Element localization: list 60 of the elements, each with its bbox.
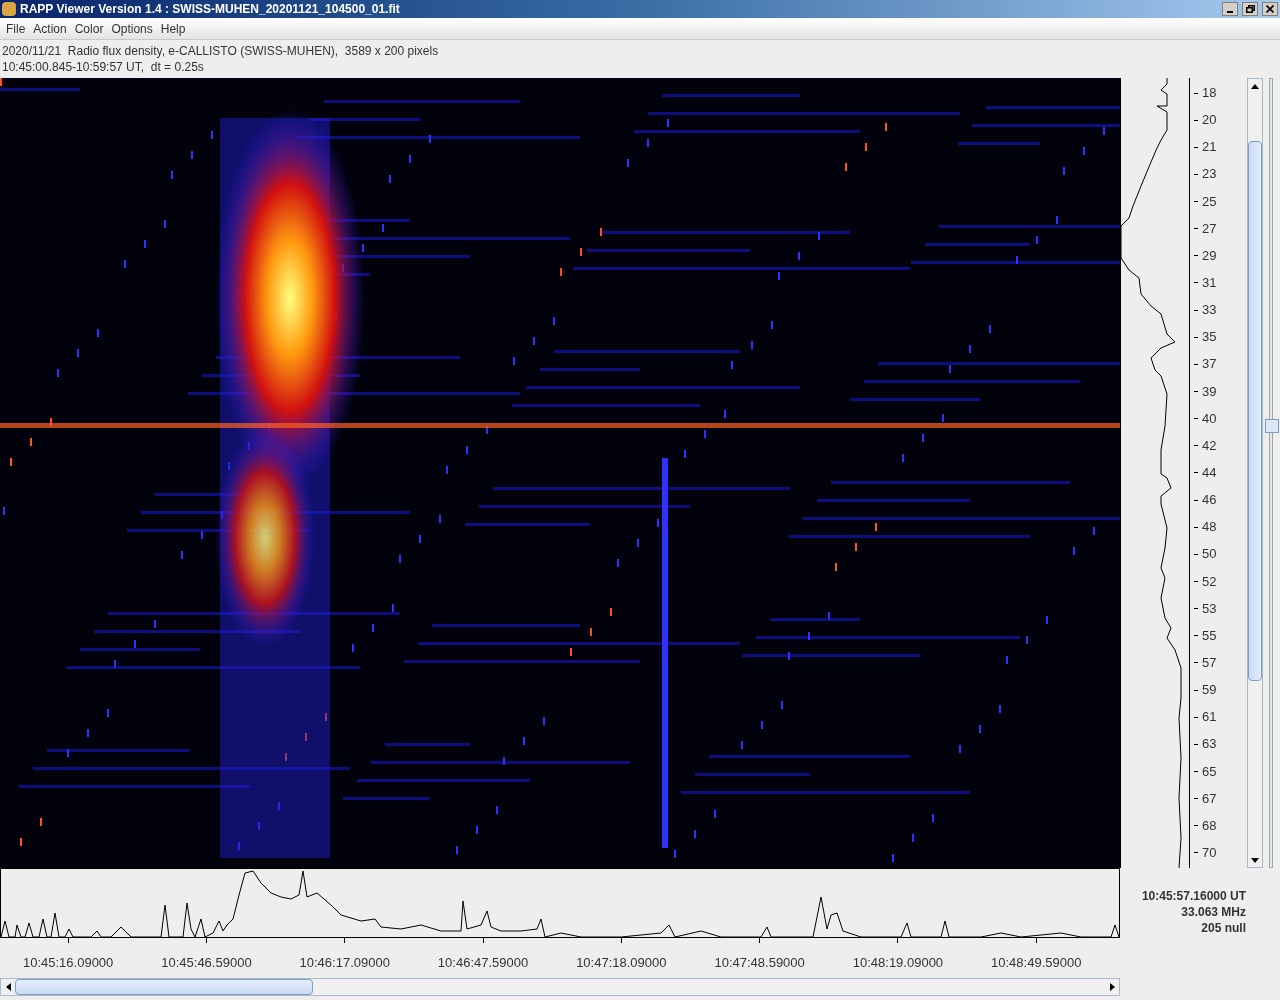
frequency-label: 42	[1202, 438, 1217, 453]
cursor-readout: 10:45:57.16000 UT	[1141, 888, 1246, 904]
frequency-label: 20	[1202, 113, 1217, 128]
restore-button[interactable]	[1242, 2, 1258, 16]
minimize-icon	[1227, 11, 1233, 13]
frequency-label: 44	[1202, 465, 1217, 480]
close-icon	[1266, 5, 1274, 13]
info-text: 10:45:00.845-10:59:57 UT, dt = 0.25s	[2, 59, 205, 75]
menu-item[interactable]: Color	[70, 19, 108, 38]
frequency-label: 40	[1202, 411, 1217, 426]
close-button[interactable]	[1262, 2, 1278, 16]
slider-thumb[interactable]	[1264, 419, 1279, 434]
restore-icon	[1245, 5, 1255, 13]
time-label: 10:48:19.09000	[852, 954, 944, 972]
time-label: 10:48:49.59000	[991, 954, 1082, 972]
frequency-label: 59	[1202, 683, 1217, 698]
frequency-label: 25	[1202, 194, 1217, 209]
time-label: 10:47:18.09000	[576, 954, 667, 972]
time-label: 10:46:17.09000	[299, 954, 390, 972]
frequency-label: 31	[1202, 276, 1217, 290]
frequency-label: 27	[1202, 221, 1217, 236]
scroll-thumb[interactable]	[1248, 141, 1262, 681]
time-label: 10:46:47.59000	[437, 954, 529, 972]
frequency-label: 23	[1202, 167, 1217, 182]
frequency-label: 61	[1202, 710, 1217, 725]
time-label: 10:47:48.59000	[714, 954, 805, 972]
frequency-label: 48	[1202, 520, 1217, 535]
frequency-label: 67	[1202, 791, 1217, 806]
frequency-label: 65	[1202, 764, 1217, 779]
minimize-button[interactable]	[1222, 2, 1238, 16]
horizontal-scrollbar[interactable]	[0, 978, 1120, 996]
frequency-label: 37	[1202, 357, 1217, 372]
frequency-label: 46	[1202, 493, 1217, 508]
frequency-label: 21	[1202, 140, 1217, 155]
frequency-label: 39	[1202, 384, 1217, 399]
menu-item[interactable]: Options	[107, 19, 157, 38]
frequency-label: 57	[1202, 655, 1217, 670]
menu-item[interactable]: Help	[156, 19, 190, 38]
info-text: 2020/11/21 Radio flux density, e-CALLISTO (SWISS-MUHEN), 3589 x 200 pixels	[2, 43, 440, 59]
frequency-label: 70	[1202, 845, 1217, 860]
frequency-label: 18	[1202, 86, 1217, 100]
frequency-label: 29	[1202, 248, 1217, 263]
frequency-label: 33	[1202, 303, 1217, 318]
frequency-label: 52	[1202, 574, 1217, 589]
frequency-label: 55	[1202, 628, 1217, 643]
time-label: 10:45:16.09000	[22, 954, 114, 972]
time-label: 10:45:46.59000	[161, 954, 252, 972]
frequency-label: 63	[1202, 737, 1217, 752]
vertical-scrollbar[interactable]	[1247, 78, 1263, 868]
frequency-label: 53	[1202, 601, 1217, 616]
menu-item[interactable]: Action	[29, 19, 71, 38]
cursor-readout: 205 null	[1201, 920, 1246, 936]
menu-item[interactable]: File	[2, 19, 30, 38]
frequency-label: 35	[1202, 330, 1217, 345]
frequency-label: 50	[1202, 547, 1217, 562]
window-title: RAPP Viewer Version 1.4 : SWISS-MUHEN_20201121_104500_01.fit	[20, 1, 400, 18]
app-icon	[2, 2, 16, 16]
frequency-label: 68	[1202, 818, 1217, 833]
cursor-readout: 33.063 MHz	[1181, 904, 1246, 920]
scroll-thumb[interactable]	[15, 979, 313, 995]
